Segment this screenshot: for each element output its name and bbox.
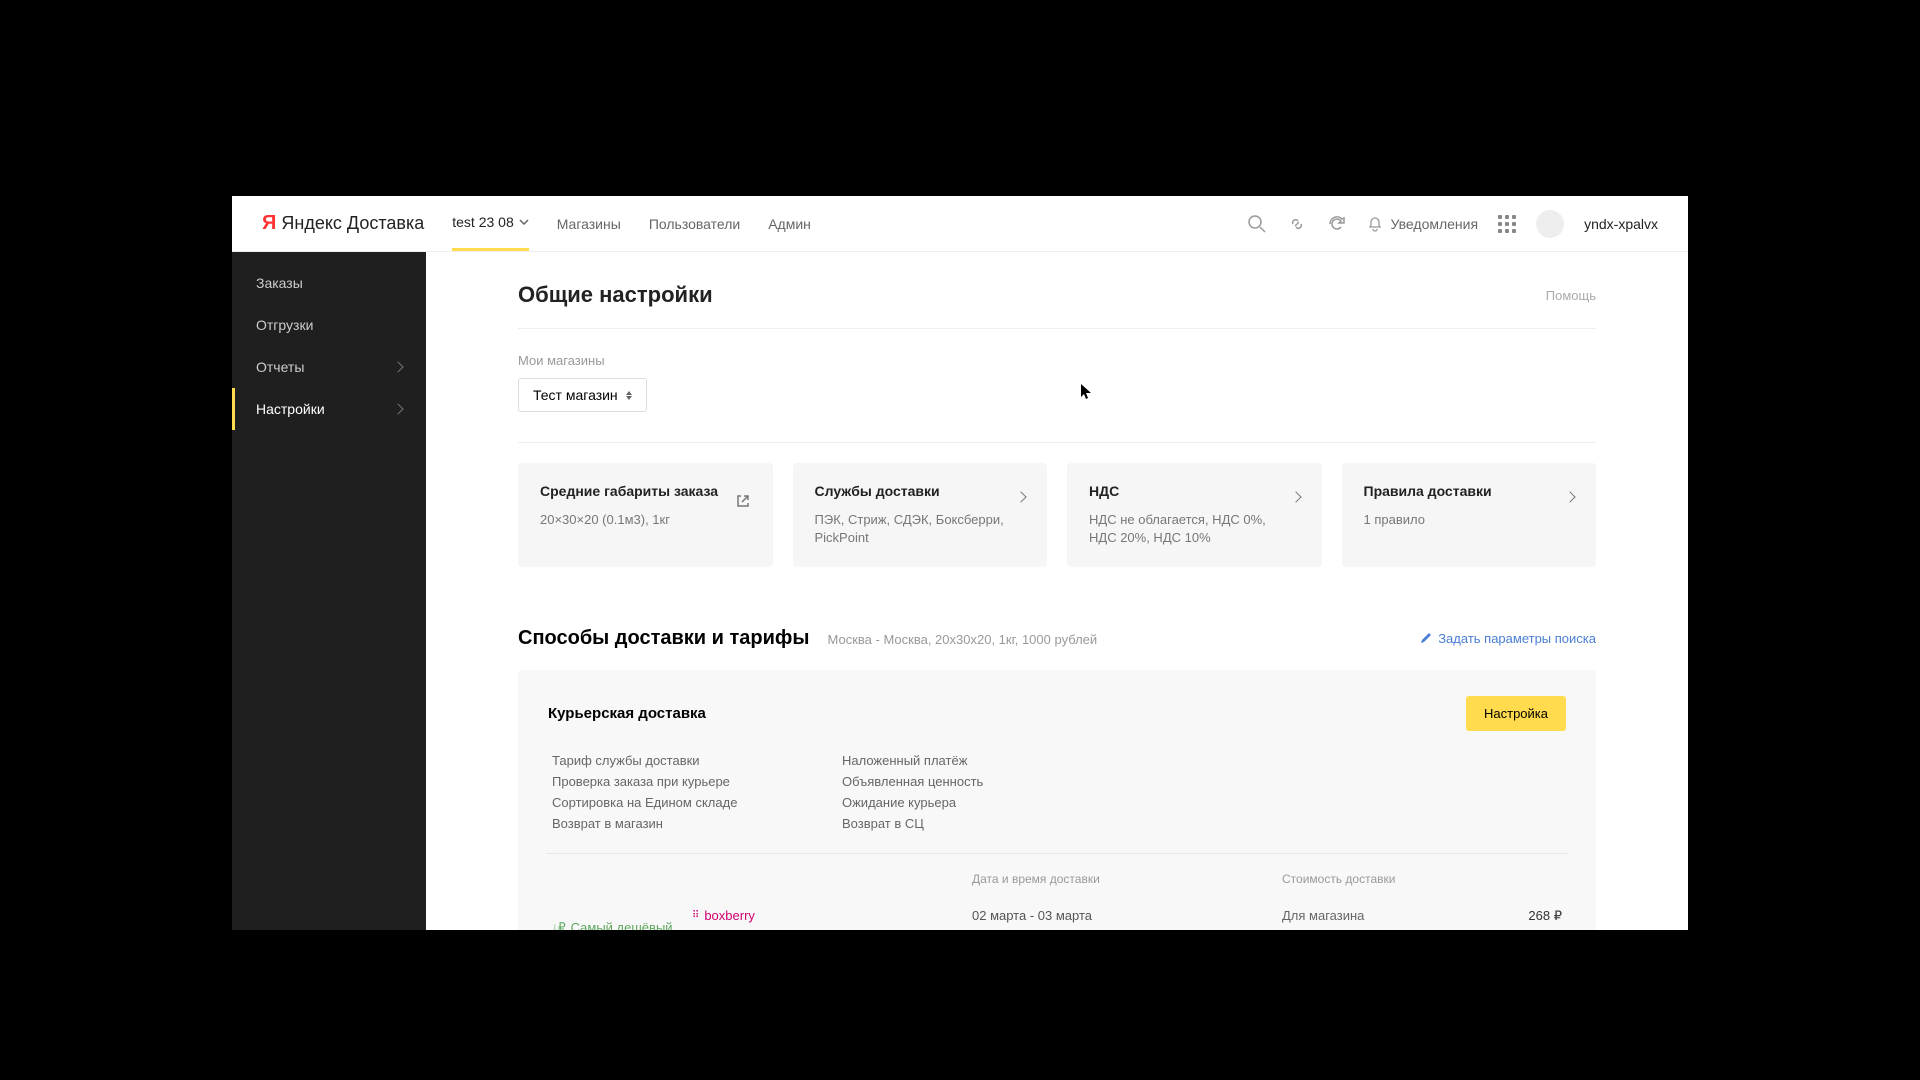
sidebar-item-label: Отгрузки bbox=[256, 317, 313, 333]
nav-admin[interactable]: Админ bbox=[768, 216, 811, 232]
card-title: Службы доставки bbox=[815, 483, 1008, 499]
arrow-down-icon: ↓₽ bbox=[552, 920, 566, 930]
account-name: test 23 08 bbox=[452, 214, 514, 230]
delivery-date: 02 марта - 03 марта bbox=[972, 908, 1282, 923]
option-item: Возврат в СЦ bbox=[842, 816, 1122, 831]
set-search-params-link[interactable]: Задать параметры поиска bbox=[1420, 631, 1596, 646]
courier-delivery-block: Курьерская доставка Настройка Тариф служ… bbox=[518, 670, 1596, 930]
sidebar-item-label: Отчеты bbox=[256, 359, 304, 375]
sidebar-item-reports[interactable]: Отчеты bbox=[232, 346, 426, 388]
sidebar-item-settings[interactable]: Настройки bbox=[232, 388, 426, 430]
delivery-block-title: Курьерская доставка bbox=[548, 705, 706, 722]
table-row: ↓₽ Самый дешёвый ⠿ boxberry Боксберри bbox=[548, 898, 1566, 930]
option-item: Проверка заказа при курьере bbox=[552, 774, 832, 789]
chevron-right-icon bbox=[1290, 491, 1301, 502]
card-title: Средние габариты заказа bbox=[540, 483, 725, 499]
cheapest-badge: ↓₽ Самый дешёвый bbox=[552, 908, 692, 930]
card-vat[interactable]: НДС НДС не облагается, НДС 0%, НДС 20%, … bbox=[1067, 463, 1322, 567]
carrier-brand: boxberry bbox=[704, 908, 755, 923]
apps-menu-icon[interactable] bbox=[1498, 215, 1516, 233]
shop-selected-value: Тест магазин bbox=[533, 387, 618, 403]
chevron-down-icon bbox=[519, 219, 529, 225]
tariffs-section-params: Москва - Москва, 20x30x20, 1кг, 1000 руб… bbox=[828, 632, 1098, 647]
card-title: НДС bbox=[1089, 483, 1282, 499]
shop-selector[interactable]: Тест магазин bbox=[518, 378, 647, 412]
card-subtitle: НДС не облагается, НДС 0%, НДС 20%, НДС … bbox=[1089, 511, 1282, 547]
option-item: Тариф службы доставки bbox=[552, 753, 832, 768]
link-icon[interactable] bbox=[1287, 214, 1307, 234]
tariffs-section-title: Способы доставки и тарифы bbox=[518, 627, 810, 650]
notifications-button[interactable]: Уведомления bbox=[1367, 216, 1479, 232]
option-item: Ожидание курьера bbox=[842, 795, 1122, 810]
cost-shop-value: 268 ₽ bbox=[1528, 908, 1562, 924]
logo-brand: Яндекс bbox=[281, 213, 342, 233]
sidebar-item-label: Заказы bbox=[256, 275, 303, 291]
table-header-cost: Стоимость доставки bbox=[1282, 872, 1562, 886]
avatar[interactable] bbox=[1536, 210, 1564, 238]
pencil-icon bbox=[1420, 632, 1432, 644]
page-title: Общие настройки bbox=[518, 282, 713, 308]
logo-icon: Я bbox=[262, 212, 276, 235]
account-dropdown[interactable]: test 23 08 bbox=[452, 199, 529, 251]
option-item: Сортировка на Едином складе bbox=[552, 795, 832, 810]
sidebar-item-label: Настройки bbox=[256, 401, 325, 417]
table-header-date: Дата и время доставки bbox=[972, 872, 1282, 886]
chevron-right-icon bbox=[1015, 491, 1026, 502]
cheapest-label: Самый дешёвый bbox=[571, 920, 673, 930]
logo-service: Доставка bbox=[347, 213, 424, 233]
help-link[interactable]: Помощь bbox=[1546, 288, 1596, 303]
chevron-right-icon bbox=[392, 403, 403, 414]
nav-users[interactable]: Пользователи bbox=[649, 216, 740, 232]
card-subtitle: 1 правило bbox=[1364, 511, 1557, 529]
bell-icon bbox=[1367, 216, 1383, 232]
top-header: Я Яндекс Доставка test 23 08 Магазины По… bbox=[232, 196, 1688, 252]
card-title: Правила доставки bbox=[1364, 483, 1557, 499]
card-delivery-services[interactable]: Службы доставки ПЭК, Стриж, СДЭК, Боксбе… bbox=[793, 463, 1048, 567]
option-item: Возврат в магазин bbox=[552, 816, 832, 831]
link-label: Задать параметры поиска bbox=[1438, 631, 1596, 646]
chevron-right-icon bbox=[392, 361, 403, 372]
sidebar-item-orders[interactable]: Заказы bbox=[232, 262, 426, 304]
shops-section-label: Мои магазины bbox=[518, 353, 1596, 368]
option-item: Наложенный платёж bbox=[842, 753, 1122, 768]
card-dimensions[interactable]: Средние габариты заказа 20×30×20 (0.1м3)… bbox=[518, 463, 773, 567]
card-subtitle: ПЭК, Стриж, СДЭК, Боксберри, PickPoint bbox=[815, 511, 1008, 547]
carrier-name: Боксберри bbox=[692, 929, 972, 930]
card-subtitle: 20×30×20 (0.1м3), 1кг bbox=[540, 511, 725, 529]
boxberry-icon: ⠿ bbox=[692, 910, 698, 921]
card-delivery-rules[interactable]: Правила доставки 1 правило bbox=[1342, 463, 1597, 567]
refresh-icon[interactable] bbox=[1327, 214, 1347, 234]
username: yndx-xpalvx bbox=[1584, 216, 1658, 232]
delivery-time: 10:00 - 22:00 bbox=[972, 929, 1282, 930]
notifications-label: Уведомления bbox=[1391, 216, 1479, 232]
divider bbox=[518, 442, 1596, 443]
search-icon[interactable] bbox=[1247, 214, 1267, 234]
main-content: Общие настройки Помощь Мои магазины Тест… bbox=[426, 252, 1688, 930]
sidebar-item-shipments[interactable]: Отгрузки bbox=[232, 304, 426, 346]
cost-shop-label: Для магазина bbox=[1282, 908, 1522, 924]
settings-button[interactable]: Настройка bbox=[1466, 696, 1566, 731]
sort-arrows-icon bbox=[626, 391, 632, 400]
option-item: Объявленная ценность bbox=[842, 774, 1122, 789]
sidebar: Заказы Отгрузки Отчеты Настройки bbox=[232, 252, 426, 930]
chevron-right-icon bbox=[1564, 491, 1575, 502]
nav-shops[interactable]: Магазины bbox=[557, 216, 621, 232]
external-link-icon bbox=[735, 493, 751, 509]
carrier-logo: ⠿ boxberry bbox=[692, 908, 972, 923]
logo[interactable]: Я Яндекс Доставка bbox=[262, 212, 424, 235]
